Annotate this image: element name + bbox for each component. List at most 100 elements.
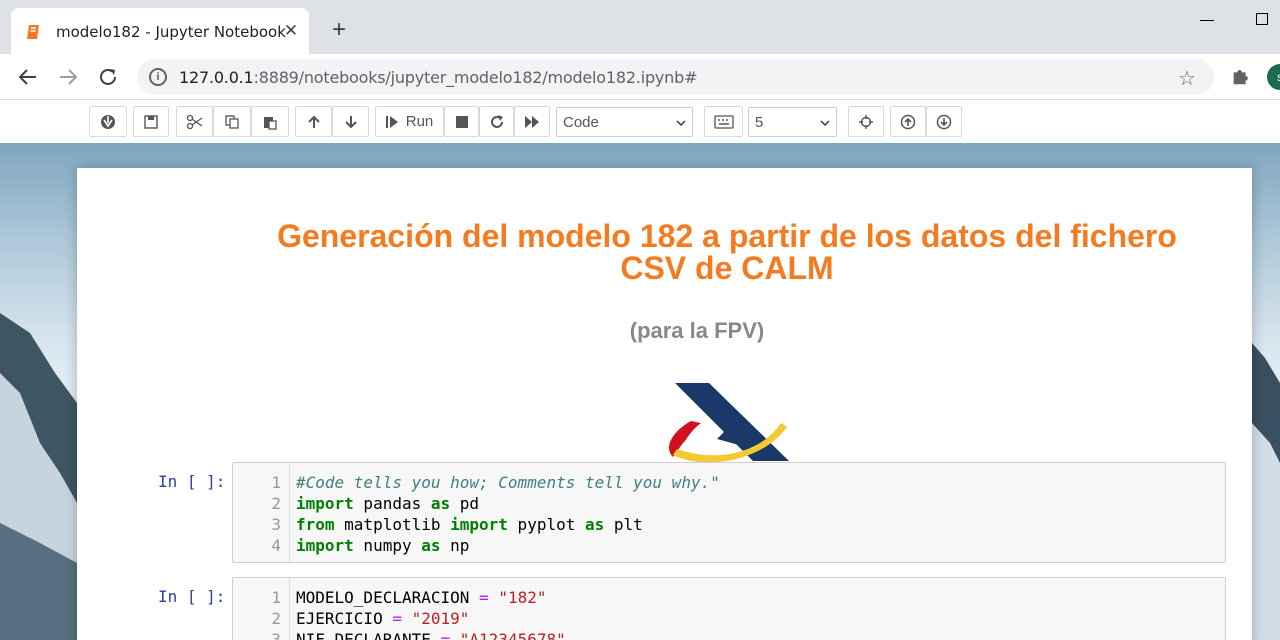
title-line-2: CSV de CALM xyxy=(620,250,834,286)
code-token: import xyxy=(450,515,508,534)
circle-up-button[interactable] xyxy=(890,106,926,137)
browser-tabstrip: modelo182 - Jupyter Notebook ✕ + xyxy=(0,0,1280,54)
paste-button[interactable] xyxy=(251,106,289,137)
address-bar[interactable]: i 127.0.0.1:8889/notebooks/jupyter_model… xyxy=(137,59,1214,95)
run-label: Run xyxy=(405,113,434,130)
crosshair-icon xyxy=(859,114,873,129)
code-token: #Code tells you how; Comments tell you w… xyxy=(296,473,720,492)
code-line: 2 EJERCICIO = "2019" xyxy=(233,608,1223,629)
code-token: np xyxy=(440,536,470,555)
code-token: "A12345678" xyxy=(459,630,566,640)
line-number: 1 xyxy=(271,473,281,492)
info-icon[interactable]: i xyxy=(149,68,167,86)
code-token: matplotlib xyxy=(334,515,451,534)
code-token: = xyxy=(392,609,402,628)
code-token: = xyxy=(440,630,451,640)
cell-type-value: Code xyxy=(563,114,599,131)
rebel-icon xyxy=(101,114,115,129)
code-token: as xyxy=(584,515,605,534)
reload-icon[interactable] xyxy=(96,65,120,89)
fast-forward-button[interactable] xyxy=(514,106,550,137)
code-text: EJERCICIO = "2019" xyxy=(296,608,469,629)
cell-2-prompt: In [ ]: xyxy=(158,587,226,606)
circle-down-button[interactable] xyxy=(926,106,962,137)
code-cell-2[interactable]: 1 MODELO_DECLARACION = "182" 2 EJERCICIO = … xyxy=(232,577,1226,640)
line-number: 1 xyxy=(271,588,281,607)
notebook-title: Generación del modelo 182 a partir de lo… xyxy=(77,220,1252,284)
profile-avatar[interactable]: s xyxy=(1267,64,1280,90)
code-token: EJERCICIO xyxy=(296,609,393,628)
move-up-icon xyxy=(307,115,320,128)
code-text: import numpy as np xyxy=(296,535,469,556)
copy-icon xyxy=(225,114,239,129)
code-line: 3 NIF_DECLARANTE = "A12345678" xyxy=(233,629,1223,640)
code-token: as xyxy=(430,494,451,513)
notebook-subtitle: (para la FPV) xyxy=(629,318,765,343)
keyboard-icon xyxy=(713,114,734,129)
code-token: "182" xyxy=(498,588,547,607)
code-line: 1 MODELO_DECLARACION = "182" xyxy=(233,587,1223,608)
code-text: import pandas as pd xyxy=(296,493,479,514)
cell-1-prompt: In [ ]: xyxy=(158,472,226,491)
code-text: NIF_DECLARANTE = "A12345678" xyxy=(296,629,566,640)
copy-button[interactable] xyxy=(213,106,251,137)
code-line: 4 import numpy as np xyxy=(233,535,1223,556)
url-text[interactable]: 127.0.0.1:8889/notebooks/jupyter_modelo1… xyxy=(179,68,697,87)
crosshair-button[interactable] xyxy=(848,106,884,137)
forward-arrow-icon[interactable] xyxy=(56,65,80,89)
circle-up-icon xyxy=(900,114,916,129)
code-cell-1[interactable]: 1 #Code tells you how; Comments tell you … xyxy=(232,462,1226,563)
chevron-down-icon xyxy=(820,120,830,127)
code-token: plt xyxy=(604,515,643,534)
code-token: pandas xyxy=(353,494,431,513)
rebel-icon-button[interactable] xyxy=(89,106,127,137)
code-token: pd xyxy=(450,494,480,513)
command-palette-button[interactable] xyxy=(704,106,743,137)
tab-close-icon[interactable]: ✕ xyxy=(281,21,301,41)
line-number: 4 xyxy=(271,536,281,555)
line-number: 2 xyxy=(271,494,281,513)
agencia-tributaria-logo xyxy=(669,383,789,463)
restart-button[interactable] xyxy=(479,106,514,137)
back-arrow-icon[interactable] xyxy=(16,65,40,89)
notebook-container: Generación del modelo 182 a partir de lo… xyxy=(77,168,1252,640)
url-path: :8889/notebooks/jupyter_modelo182/modelo… xyxy=(253,68,698,87)
window-minimize-icon[interactable] xyxy=(1200,20,1214,21)
move-up-button[interactable] xyxy=(295,106,332,137)
run-icon xyxy=(385,115,398,128)
code-token: "2019" xyxy=(411,609,470,628)
code-line: 2 import pandas as pd xyxy=(233,493,1223,514)
code-token: NIF_DECLARANTE xyxy=(296,630,441,640)
move-down-button[interactable] xyxy=(332,106,369,137)
code-token: MODELO_DECLARACION xyxy=(296,588,480,607)
code-text: MODELO_DECLARACION = "182" xyxy=(296,587,546,608)
extensions-icon[interactable] xyxy=(1230,65,1252,87)
code-token: import xyxy=(296,536,354,555)
code-text: from matplotlib import pyplot as plt xyxy=(296,514,643,535)
line-number: 2 xyxy=(271,609,281,628)
browser-tab[interactable]: modelo182 - Jupyter Notebook ✕ xyxy=(11,8,309,54)
restart-icon xyxy=(490,114,503,128)
code-token: pyplot xyxy=(507,515,585,534)
chevron-down-icon xyxy=(676,120,686,127)
cut-button[interactable] xyxy=(176,106,213,137)
notebook-favicon-icon xyxy=(27,25,39,39)
stop-icon xyxy=(455,115,468,128)
circle-down-icon xyxy=(936,114,952,129)
run-button[interactable]: Run xyxy=(375,106,444,137)
window-maximize-icon[interactable] xyxy=(1256,13,1268,25)
slide-type-select[interactable]: 5 xyxy=(748,107,837,137)
slide-value: 5 xyxy=(755,114,764,131)
jupyter-toolbar: Run Code 5 xyxy=(0,101,1280,143)
cell-type-select[interactable]: Code xyxy=(556,107,693,137)
code-token: as xyxy=(421,536,441,555)
new-tab-icon[interactable]: + xyxy=(326,18,352,42)
code-token: import xyxy=(296,494,354,513)
star-icon[interactable]: ☆ xyxy=(1178,66,1196,91)
save-button[interactable] xyxy=(133,106,169,137)
move-down-icon xyxy=(344,115,357,128)
stop-button[interactable] xyxy=(444,106,479,137)
fast-forward-icon xyxy=(525,115,539,128)
